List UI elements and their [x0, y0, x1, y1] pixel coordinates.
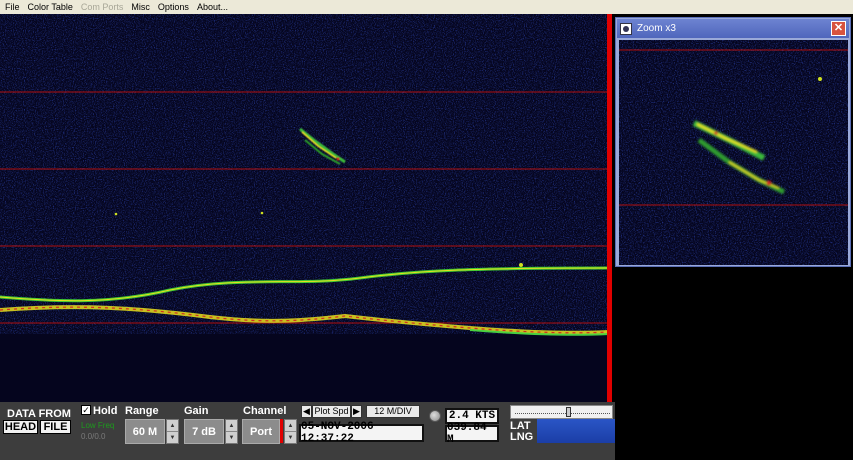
up-arrow-icon[interactable]: ▲ [285, 420, 296, 432]
menu-misc[interactable]: Misc [131, 2, 150, 12]
up-arrow-icon[interactable]: ▲ [226, 420, 237, 432]
gain-label: Gain [184, 405, 209, 417]
range-value[interactable]: 60 M [125, 419, 165, 444]
zoom-image [619, 40, 848, 265]
window-app-icon [620, 22, 632, 35]
file-button[interactable]: FILE [40, 420, 71, 434]
echo-dot [260, 211, 264, 215]
echo-dot [114, 212, 118, 216]
menu-bar: File Color Table Com Ports Misc Options … [0, 0, 853, 14]
sonar-display[interactable] [0, 14, 609, 402]
channel-value[interactable]: Port [242, 419, 280, 444]
view-divider [607, 14, 612, 402]
down-arrow-icon[interactable]: ▼ [226, 432, 237, 443]
hold-checkbox[interactable]: ✓ [81, 405, 91, 415]
counter-text: 0.0/0.0 [81, 432, 106, 441]
right-arrow-icon[interactable]: ▶ [351, 405, 362, 418]
lat-lng-display [537, 419, 615, 443]
slider-thumb[interactable] [566, 407, 571, 417]
menu-options[interactable]: Options [158, 2, 189, 12]
depth-readout: 039.84 M [445, 422, 499, 446]
sonar-noise [0, 14, 609, 334]
menu-about[interactable]: About... [197, 2, 228, 12]
close-icon[interactable]: ✕ [831, 21, 846, 36]
channel-label: Channel [243, 405, 287, 417]
left-arrow-icon[interactable]: ◀ [301, 405, 312, 418]
zoom-view [619, 40, 848, 265]
lng-label: LNG [510, 431, 534, 443]
range-stepper[interactable]: ▲ ▼ [166, 419, 179, 444]
low-freq-label: Low Freq [81, 421, 115, 430]
plot-speed-button[interactable]: Plot Spd [312, 405, 351, 418]
menu-file[interactable]: File [5, 2, 20, 12]
menu-com-ports: Com Ports [80, 2, 124, 12]
dial-knob-icon[interactable] [429, 410, 441, 422]
up-arrow-icon[interactable]: ▲ [167, 420, 178, 432]
sonar-image [0, 14, 609, 402]
channel-stepper[interactable]: ▲ ▼ [284, 419, 297, 444]
scale-per-division: 12 M/DIV [366, 405, 420, 418]
range-label: Range [125, 405, 159, 417]
hold-label: Hold [93, 405, 118, 417]
gain-value[interactable]: 7 dB [184, 419, 224, 444]
data-from-label: DATA FROM [7, 408, 71, 420]
date-time-readout: 05-NOV-2006 12:37:22 [299, 421, 424, 445]
down-arrow-icon[interactable]: ▼ [167, 432, 178, 443]
channel-indicator [280, 419, 283, 443]
zoom-titlebar[interactable]: Zoom x3 ✕ [617, 19, 849, 38]
slider-ticks [515, 413, 610, 417]
echo-dot [519, 263, 523, 267]
zoom-echo-dot [818, 77, 822, 81]
head-button[interactable]: HEAD [3, 420, 38, 434]
gain-stepper[interactable]: ▲ ▼ [225, 419, 238, 444]
down-arrow-icon[interactable]: ▼ [285, 432, 296, 443]
menu-color-table[interactable]: Color Table [28, 2, 73, 12]
slider-track[interactable] [510, 405, 613, 419]
zoom-window: Zoom x3 ✕ [615, 17, 851, 267]
zoom-title: Zoom x3 [637, 23, 676, 34]
